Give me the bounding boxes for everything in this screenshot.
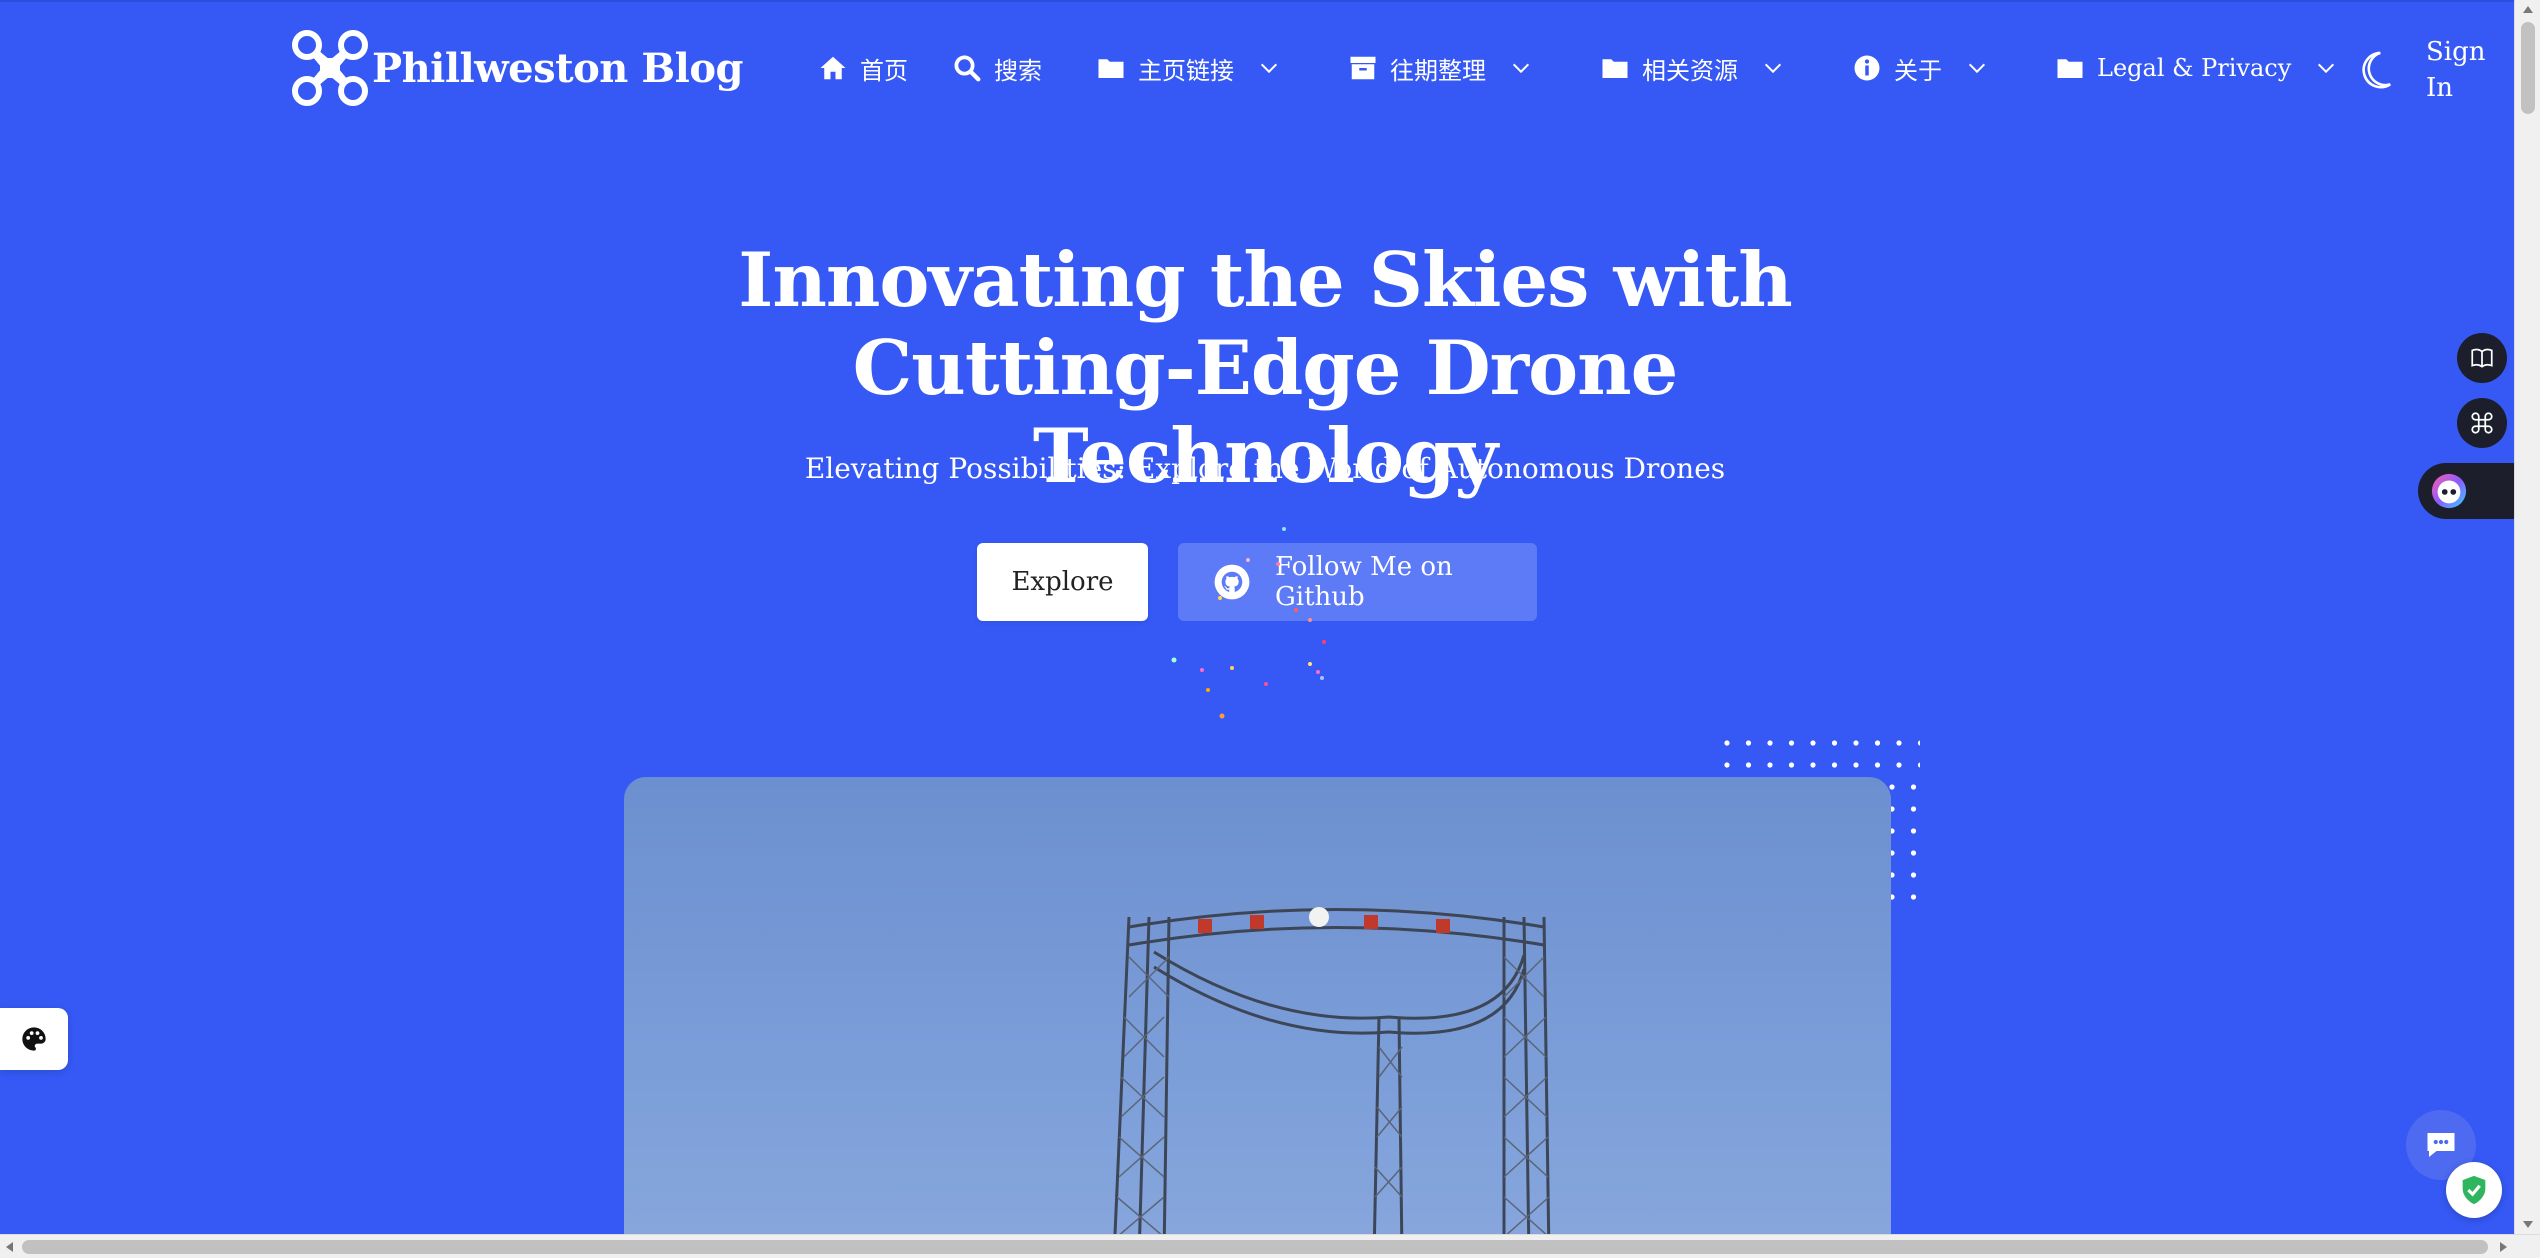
nav-resources-label: 相关资源 — [1642, 56, 1738, 85]
drone-logo-icon — [292, 30, 368, 106]
book-button[interactable] — [2457, 333, 2507, 383]
nav-search[interactable]: 搜索 — [952, 46, 1042, 90]
decoration-dot — [1910, 806, 1917, 812]
archive-icon — [1348, 53, 1378, 83]
site-header: Phillweston Blog 首页 搜索 主页链接 往期整理 相关资源 关于… — [0, 0, 2514, 138]
decoration-dot — [1853, 740, 1859, 746]
nav-resources[interactable]: 相关资源 — [1600, 46, 1784, 90]
logo-text: Phillweston Blog — [372, 44, 743, 92]
theme-palette-button[interactable] — [0, 1008, 68, 1070]
nav-home-links[interactable]: 主页链接 — [1096, 46, 1280, 90]
nav-home[interactable]: 首页 — [818, 46, 908, 90]
book-icon — [2471, 348, 2493, 368]
robot-avatar-icon — [2431, 473, 2467, 509]
vertical-scroll-thumb[interactable] — [2521, 22, 2535, 114]
racing-gate-image — [1113, 907, 1551, 1237]
site-logo[interactable]: Phillweston Blog — [290, 28, 743, 108]
moon-icon[interactable] — [2358, 50, 2394, 90]
chat-icon — [2427, 1133, 2455, 1157]
horizontal-scroll-thumb[interactable] — [22, 1240, 2488, 1254]
nav-legal-privacy-label: Legal & Privacy — [2097, 54, 2292, 82]
decoration-dot — [1896, 740, 1902, 746]
decoration-dot — [1767, 740, 1773, 746]
decoration-dot — [1745, 762, 1752, 768]
decoration-dot — [1788, 762, 1795, 768]
explore-button[interactable]: Explore — [977, 543, 1148, 621]
nav-home-links-label: 主页链接 — [1138, 56, 1234, 85]
decoration-dot — [1724, 740, 1730, 746]
decoration-dot — [1874, 740, 1881, 746]
decoration-dot — [1831, 740, 1838, 746]
palette-icon — [22, 1027, 46, 1051]
hero-subtitle: Elevating Possibilities: Explore the Wor… — [804, 452, 1726, 485]
sign-in-link[interactable]: Sign In — [2426, 34, 2516, 106]
scroll-left-arrow-icon[interactable] — [6, 1242, 13, 1252]
info-icon — [1852, 53, 1882, 83]
nav-legal-privacy[interactable]: Legal & Privacy — [2055, 46, 2337, 90]
chevron-down-icon — [1260, 63, 1278, 74]
nav-archive[interactable]: 往期整理 — [1348, 46, 1532, 90]
command-icon — [2471, 412, 2493, 434]
decoration-dot — [1767, 762, 1773, 768]
decoration-dot — [1788, 740, 1795, 746]
nav-about-label: 关于 — [1894, 56, 1942, 85]
nav-archive-label: 往期整理 — [1390, 56, 1486, 85]
decoration-dot — [1853, 762, 1859, 768]
decoration-dot — [1724, 762, 1730, 768]
decoration-dot — [1910, 894, 1917, 900]
chevron-down-icon — [2318, 63, 2335, 74]
chevron-down-icon — [1968, 63, 1986, 74]
decoration-dot — [1745, 740, 1752, 746]
decoration-dot — [1910, 784, 1917, 790]
decoration-dot — [1810, 740, 1816, 746]
folder-icon — [1600, 53, 1630, 83]
decoration-dot — [1810, 762, 1816, 768]
confetti-decoration — [1171, 527, 1326, 719]
nav-home-label: 首页 — [860, 56, 908, 85]
nav-about[interactable]: 关于 — [1852, 46, 1988, 90]
vertical-scrollbar[interactable] — [2514, 0, 2540, 1234]
chevron-down-icon — [1764, 63, 1782, 74]
assistant-tab[interactable] — [2418, 463, 2514, 519]
decoration-dot — [1831, 762, 1838, 768]
decoration-dot — [1896, 762, 1902, 768]
chevron-down-icon — [1512, 63, 1530, 74]
home-icon — [818, 53, 848, 83]
decoration-dot — [1917, 762, 1920, 768]
search-icon — [952, 53, 982, 83]
hero-image — [624, 777, 1891, 1237]
decoration-dot — [1874, 762, 1881, 768]
decoration-dot — [1917, 740, 1920, 746]
decoration-dot — [1910, 850, 1917, 856]
nav-search-label: 搜索 — [994, 56, 1042, 85]
folder-icon — [2055, 53, 2085, 83]
scroll-down-arrow-icon[interactable] — [2523, 1221, 2533, 1228]
decoration-dot — [1910, 828, 1917, 834]
horizontal-scrollbar[interactable] — [0, 1234, 2540, 1258]
security-badge[interactable] — [2446, 1162, 2502, 1218]
scroll-right-arrow-icon[interactable] — [2500, 1242, 2507, 1252]
decoration-dot — [1910, 872, 1917, 878]
page: Phillweston Blog 首页 搜索 主页链接 往期整理 相关资源 关于… — [0, 0, 2540, 1258]
command-button[interactable] — [2457, 398, 2507, 448]
scroll-up-arrow-icon[interactable] — [2523, 6, 2533, 13]
folder-icon — [1096, 53, 1126, 83]
shield-check-icon — [2462, 1175, 2486, 1205]
